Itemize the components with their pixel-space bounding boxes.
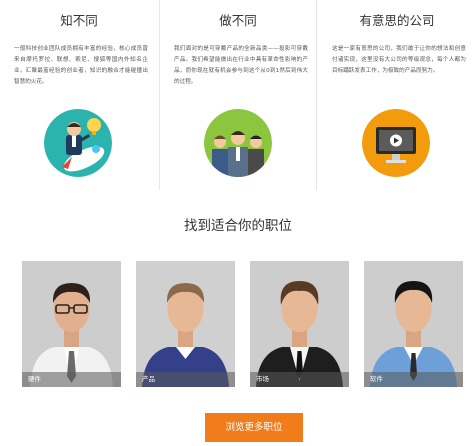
- man-sweater-icon: [136, 261, 235, 387]
- man-glasses-icon: [22, 261, 121, 387]
- job-card-product[interactable]: 产品: [136, 261, 235, 387]
- job-card-hardware[interactable]: 硬件: [22, 261, 121, 387]
- feature-title: 有意思的公司: [359, 13, 435, 28]
- man-suit-icon: [250, 261, 349, 387]
- feature-description: 这是一家有意思的公司，我们敢于让你的想法和创意付诸实现，这里没有大公司的等级观念…: [332, 46, 466, 74]
- team-group-icon: [204, 109, 272, 177]
- feature-title: 知不同: [60, 13, 98, 28]
- feature-column-interesting-company: 有意思的公司 这是一家有意思的公司，我们敢于让你的想法和创意付诸实现，这里没有大…: [318, 0, 476, 190]
- monitor-play-icon: [362, 109, 430, 177]
- job-label: 市场: [250, 372, 349, 387]
- job-card-software[interactable]: 软件: [364, 261, 463, 387]
- feature-column-do-different: 做不同 我们面对的是可穿戴产品的全新品类——投影可穿戴产品。我们希望能做出在行业…: [159, 0, 317, 190]
- feature-description: 我们面对的是可穿戴产品的全新品类——投影可穿戴产品。我们希望能做出在行业中具有革…: [174, 46, 308, 85]
- features-section: 知不同 一般科技创业团队成员拥有丰富的经验，核心成员曾来自摩托罗拉、联想、索尼、…: [0, 0, 476, 190]
- job-label: 软件: [364, 372, 463, 387]
- feature-column-know-different: 知不同 一般科技创业团队成员拥有丰富的经验，核心成员曾来自摩托罗拉、联想、索尼、…: [0, 0, 158, 190]
- rocket-businessman-icon: [44, 109, 112, 177]
- job-categories: 硬件 产品 市场 软件: [0, 261, 476, 387]
- job-card-marketing[interactable]: 市场: [250, 261, 349, 387]
- feature-description: 一般科技创业团队成员拥有丰富的经验，核心成员曾来自摩托罗拉、联想、索尼、搜狐等国…: [14, 46, 148, 85]
- man-shirt-icon: [364, 261, 463, 387]
- jobs-section-title: 找到适合你的职位: [184, 218, 292, 234]
- job-label: 硬件: [22, 372, 121, 387]
- job-label: 产品: [136, 372, 235, 387]
- browse-more-jobs-button[interactable]: 浏览更多职位: [205, 413, 303, 442]
- feature-title: 做不同: [219, 13, 257, 28]
